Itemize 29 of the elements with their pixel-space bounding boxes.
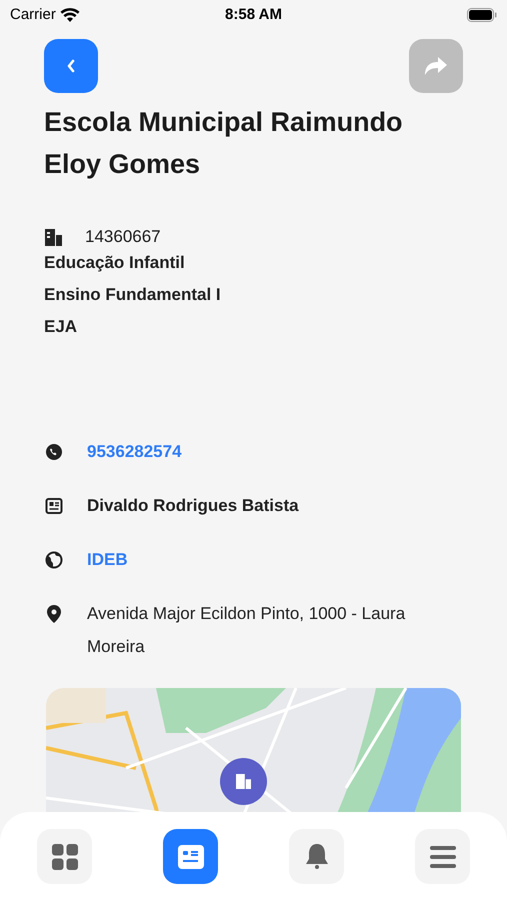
wifi-icon [60,8,80,22]
bell-icon [304,842,330,870]
building-icon [44,228,63,246]
share-arrow-icon [424,56,448,76]
education-level: Educação Infantil [44,252,186,274]
battery-icon [467,8,497,22]
id-card-icon [44,497,62,515]
ideb-link[interactable]: IDEB [87,549,128,571]
id-card-icon [178,844,204,868]
location-pin-icon [46,605,60,623]
menu-icon [430,846,456,868]
principal-name: Divaldo Rodrigues Batista [87,495,299,517]
phone-icon [44,443,62,461]
menu-tab[interactable] [415,829,470,884]
clock-time: 8:58 AM [225,4,282,25]
education-level: Ensino Fundamental I [44,284,222,306]
education-level: EJA [44,316,78,338]
chevron-left-icon [66,58,76,74]
carrier-name: Carrier [10,4,56,25]
notifications-tab[interactable] [289,829,344,884]
address-text: Avenida Major Ecildon Pinto, 1000 - Laura Moreira [87,603,406,658]
school-code: 14360667 [85,226,161,248]
grid-icon [52,844,78,870]
dashboard-tab[interactable] [37,829,92,884]
back-button[interactable] [44,39,98,93]
school-title: Escola Municipal Raimundo Eloy Gomes [44,106,404,181]
globe-icon [44,551,62,569]
phone-link[interactable]: 9536282574 [87,441,182,463]
school-tab[interactable] [163,829,218,884]
